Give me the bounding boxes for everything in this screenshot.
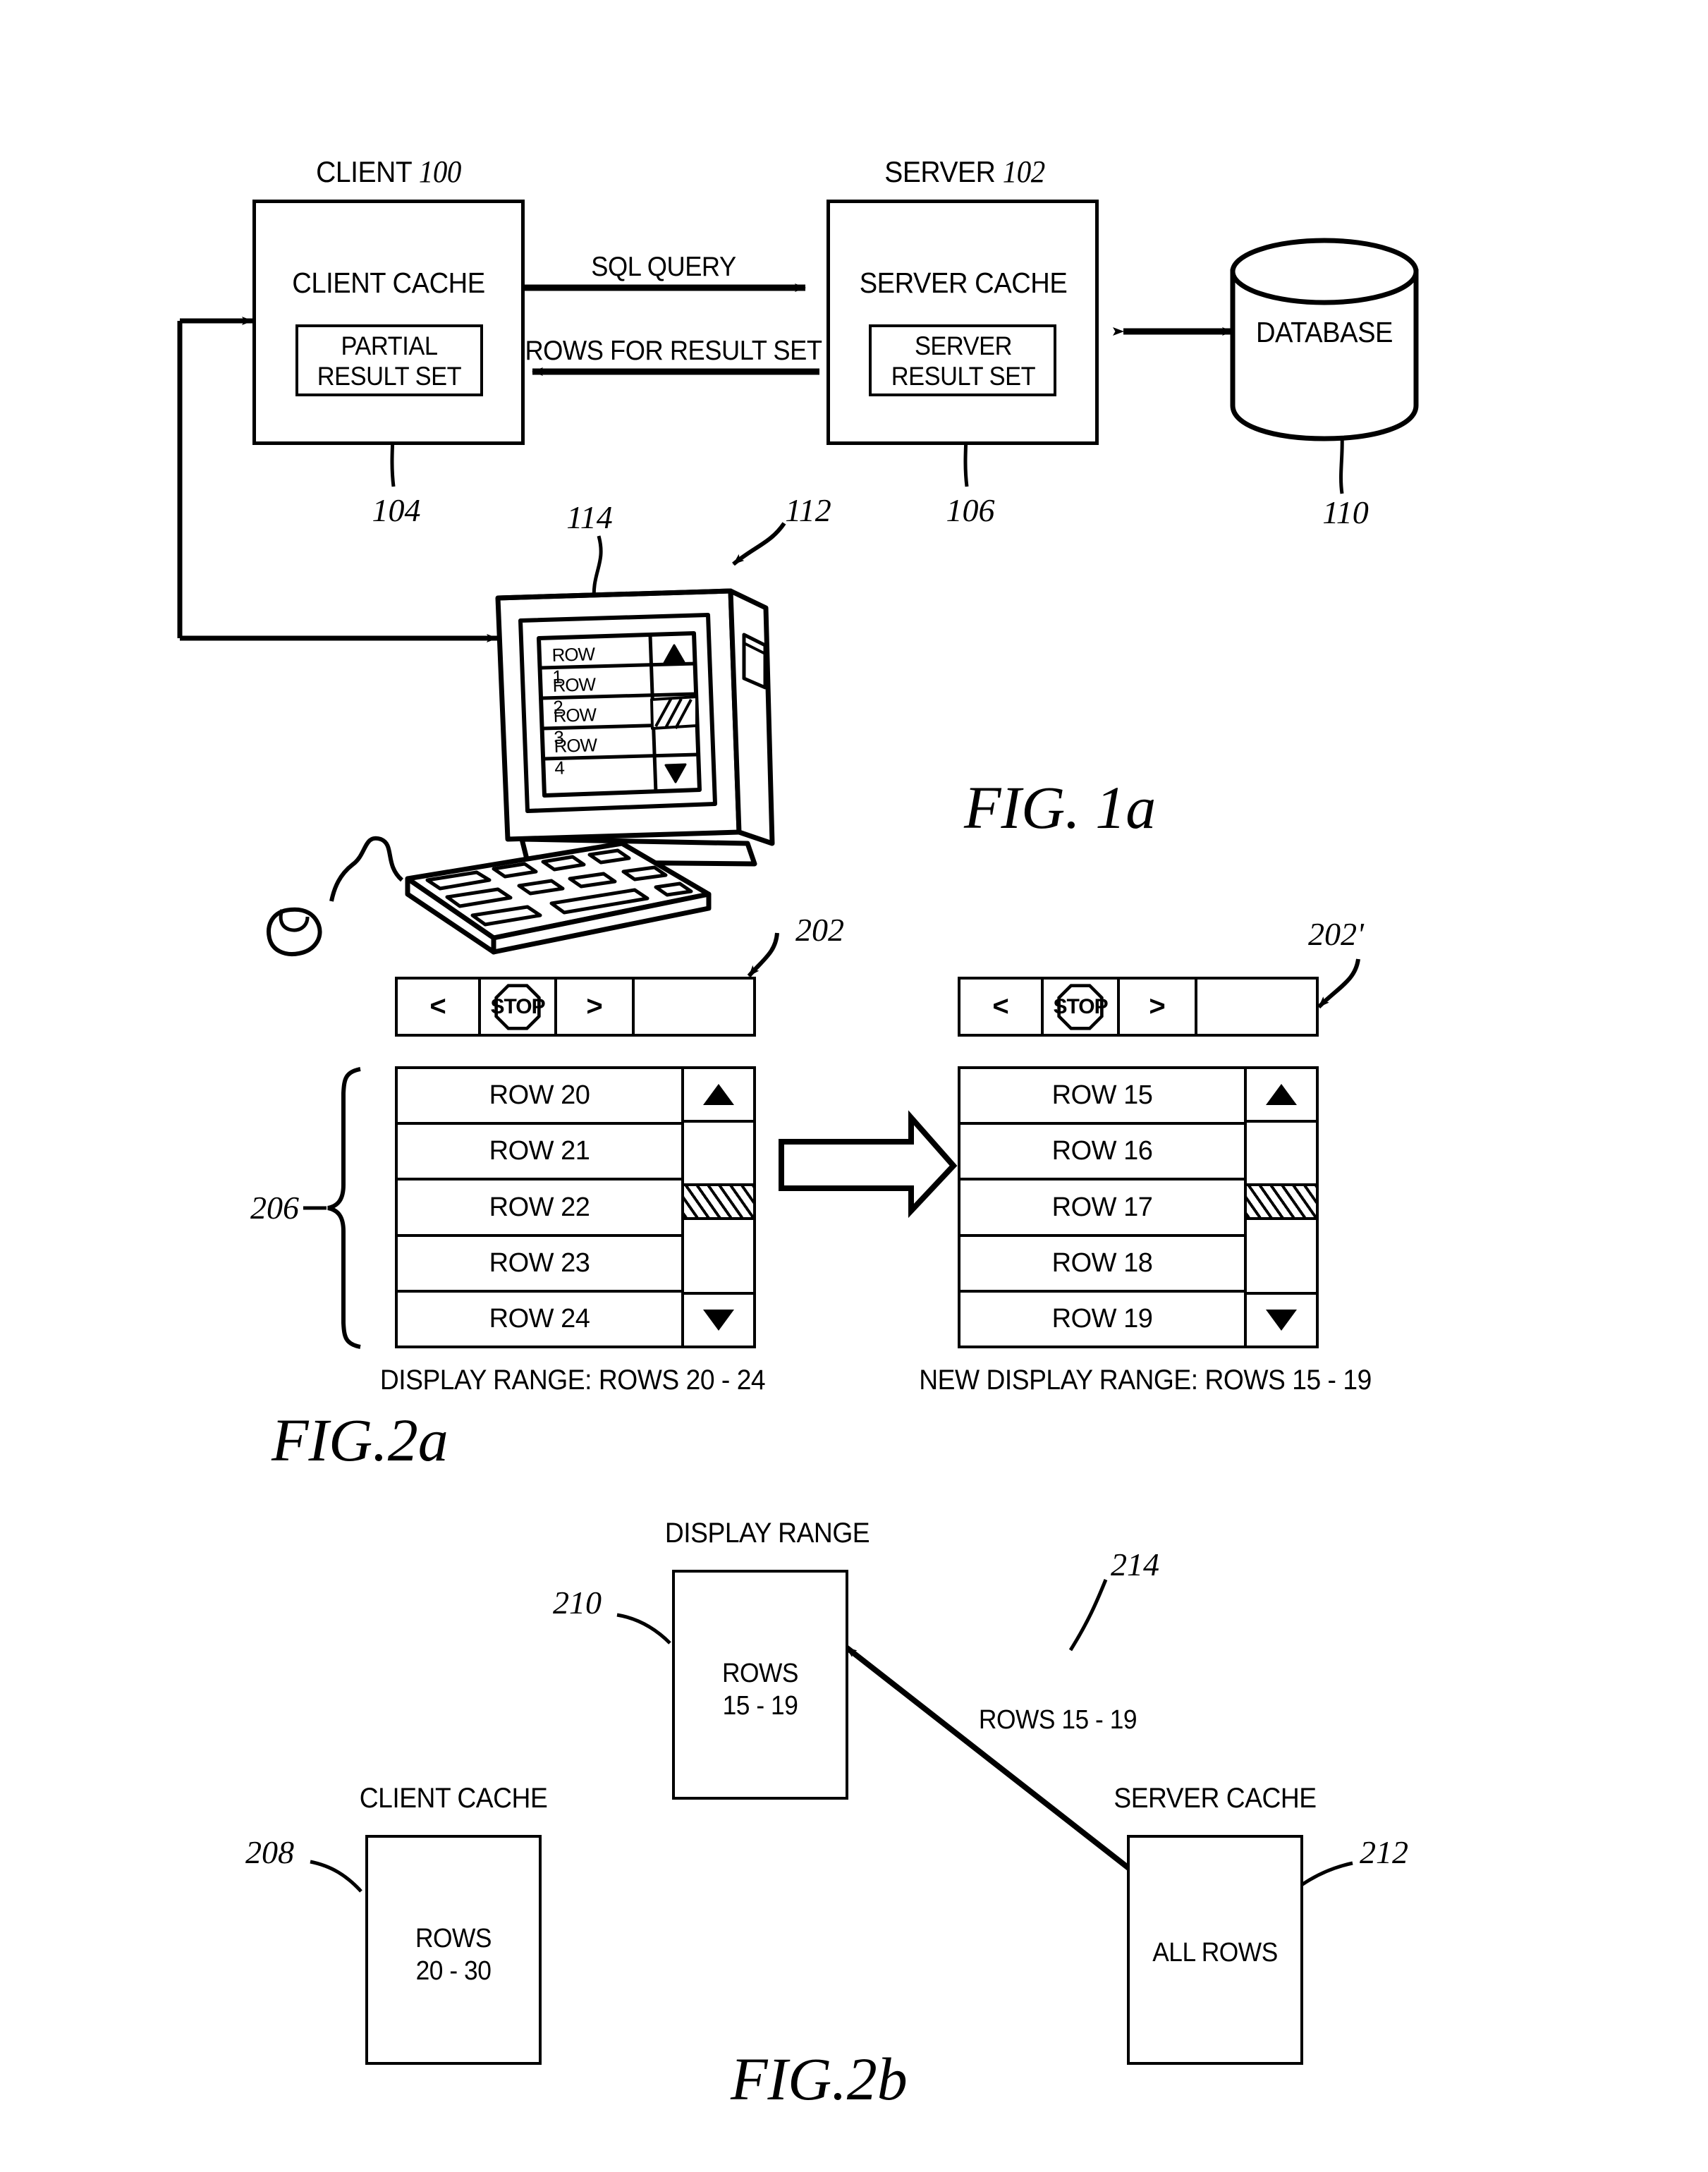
scroll-down-button-right[interactable] [1247,1292,1316,1346]
ref-206: 206 [250,1190,299,1226]
display-range-line1: ROWS [721,1659,799,1688]
client-cache-line1: ROWS [415,1924,492,1953]
prev-button-right[interactable]: < [960,980,1044,1034]
patent-drawing-sheet: CLIENT 100 CLIENT CACHE PARTIAL RESULT S… [0,0,1708,2172]
prev-label: < [429,991,446,1022]
ref-208: 208 [245,1834,294,1870]
scroll-down-button-left[interactable] [684,1292,753,1346]
toolbar-blank-right [1197,980,1316,1034]
triangle-down-icon [703,1310,734,1331]
table-row[interactable]: ROW 18 [960,1237,1244,1293]
scrollbar-left[interactable] [681,1066,756,1348]
next-label: > [1149,991,1166,1022]
table-row[interactable]: ROW 17 [960,1180,1244,1237]
toolbar-blank-left [635,980,753,1034]
ref-202-prime: 202' [1308,916,1364,952]
ref-114: 114 [566,499,613,535]
figure-1a-label: FIG. 1a [964,774,1157,841]
table-row[interactable]: ROW 15 [960,1069,1244,1125]
ref-202: 202 [795,912,844,948]
stop-sign-icon: STOP [490,983,546,1030]
table-row[interactable]: ROW 16 [960,1125,1244,1181]
scroll-track-left[interactable] [684,1123,753,1292]
table-row[interactable]: ROW 23 [398,1237,681,1293]
stop-button-left[interactable]: STOP [481,980,557,1034]
monitor-row-4: ROW 4 [554,734,597,779]
scroll-up-button-right[interactable] [1247,1069,1316,1123]
scrollbar-right[interactable] [1244,1066,1319,1348]
scroll-up-button-left[interactable] [684,1069,753,1123]
triangle-down-icon [1266,1310,1297,1331]
next-button-left[interactable]: > [557,980,635,1034]
row-list-right: ROW 15 ROW 16 ROW 17 ROW 18 ROW 19 [958,1066,1247,1348]
table-row[interactable]: ROW 24 [398,1293,681,1346]
table-row[interactable]: ROW 19 [960,1293,1244,1346]
table-row[interactable]: ROW 20 [398,1069,681,1125]
table-row[interactable]: ROW 21 [398,1125,681,1181]
next-label: > [586,991,603,1022]
stop-sign-icon: STOP [1053,983,1109,1030]
stop-button-right[interactable]: STOP [1044,980,1120,1034]
database-label: DATABASE [1255,316,1393,348]
server-cache-title-2b: SERVER CACHE [1114,1783,1317,1814]
triangle-up-icon [703,1084,734,1105]
row-list-left: ROW 20 ROW 21 ROW 22 ROW 23 ROW 24 [395,1066,684,1348]
ref-112: 112 [785,492,831,528]
ref-210: 210 [553,1585,602,1621]
caption-left: DISPLAY RANGE: ROWS 20 - 24 [379,1365,766,1396]
figure-2a-label: FIG.2a [272,1406,449,1474]
scroll-thumb-left[interactable] [684,1183,753,1220]
transfer-label: ROWS 15 - 19 [978,1705,1137,1735]
toolbar-right: < STOP > [958,977,1319,1037]
figure-2b-label: FIG.2b [731,2045,908,2113]
server-cache-line1: ALL ROWS [1152,1938,1278,1967]
scroll-track-right[interactable] [1247,1123,1316,1292]
ref-212: 212 [1360,1834,1408,1870]
stop-label: STOP [1053,994,1108,1018]
ref-110: 110 [1322,494,1369,530]
stop-label: STOP [490,994,545,1018]
prev-button-left[interactable]: < [398,980,481,1034]
ref-214: 214 [1111,1546,1159,1582]
client-cache-line2: 20 - 30 [415,1956,492,1986]
scroll-thumb-right[interactable] [1247,1183,1316,1220]
prev-label: < [992,991,1009,1022]
triangle-up-icon [1266,1084,1297,1105]
caption-right: NEW DISPLAY RANGE: ROWS 15 - 19 [919,1365,1372,1396]
toolbar-left: < STOP > [395,977,756,1037]
next-button-right[interactable]: > [1120,980,1197,1034]
table-row[interactable]: ROW 22 [398,1180,681,1237]
client-cache-title-2b: CLIENT CACHE [359,1783,548,1814]
display-range-line2: 15 - 19 [722,1691,798,1721]
display-range-title: DISPLAY RANGE [664,1518,870,1549]
